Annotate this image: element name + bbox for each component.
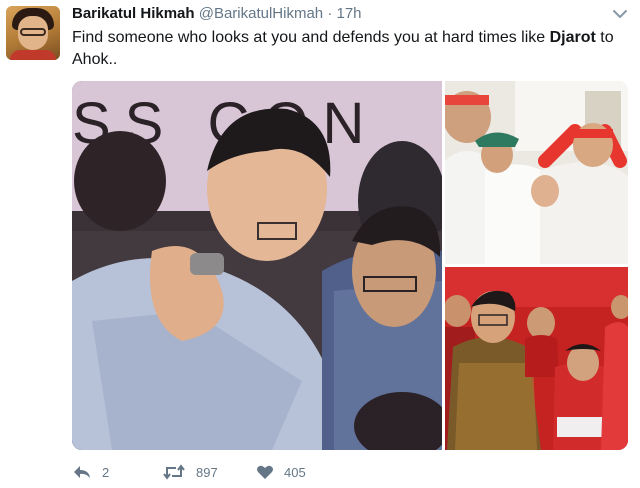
retweet-action[interactable]: 897	[162, 462, 218, 482]
heart-icon[interactable]	[256, 464, 274, 480]
photo-top-right[interactable]	[445, 81, 628, 264]
avatar-glasses	[20, 28, 46, 36]
author-handle[interactable]: @BarikatulHikmah	[199, 5, 323, 22]
photo-bottom-right[interactable]	[445, 267, 628, 450]
tweet-text-bold: Djarot	[549, 29, 596, 46]
avatar-body	[10, 50, 56, 60]
reply-icon[interactable]	[72, 464, 92, 480]
tweet-card[interactable]: Barikatul Hikmah @BarikatulHikmah · 17h …	[0, 0, 640, 488]
retweet-count: 897	[196, 464, 218, 480]
photo-main[interactable]: SS CON	[72, 81, 442, 450]
tweet-text-part1: Find someone who looks at you and defend…	[72, 29, 550, 46]
like-action[interactable]: 405	[256, 462, 306, 482]
tweet-timestamp[interactable]: 17h	[337, 5, 362, 22]
retweet-icon[interactable]	[162, 464, 186, 480]
photo-top-right-illustration	[445, 81, 628, 264]
reply-count: 2	[102, 464, 110, 480]
photo-bottom-right-illustration	[445, 267, 628, 450]
tweet-header: Barikatul Hikmah @BarikatulHikmah · 17h	[72, 5, 362, 23]
separator-dot: ·	[327, 5, 333, 22]
chevron-down-icon[interactable]	[612, 8, 628, 20]
reply-action[interactable]: 2	[72, 462, 109, 482]
tweet-text: Find someone who looks at you and defend…	[72, 27, 620, 71]
author-name[interactable]: Barikatul Hikmah	[72, 5, 195, 22]
avatar[interactable]	[6, 6, 60, 60]
like-count: 405	[284, 464, 306, 480]
tweet-media-grid: SS CON	[72, 81, 628, 450]
photo-main-illustration: SS CON	[72, 81, 442, 450]
